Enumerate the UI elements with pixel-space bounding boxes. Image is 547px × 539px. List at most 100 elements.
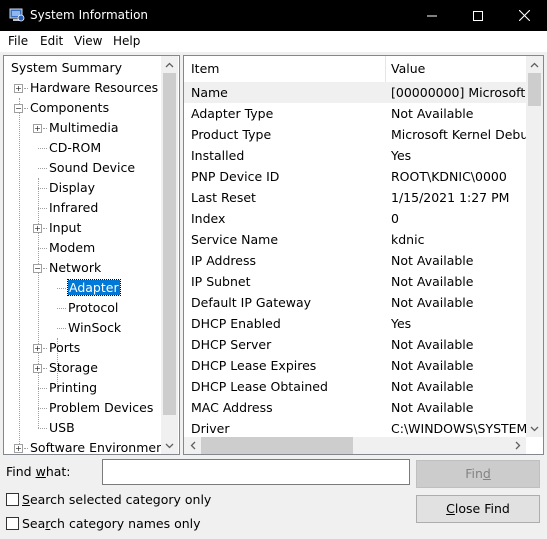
tree-item-network[interactable]: Network [49, 258, 101, 278]
cell-value: ROOT\KDNIC\0000 [391, 169, 507, 184]
table-row[interactable]: DHCP Lease Obtained Not Available [184, 376, 526, 397]
minimize-icon [427, 15, 437, 16]
tree-item-adapter[interactable]: Adapter [67, 278, 121, 298]
details-list[interactable]: Item Value Name [00000000] Microsoft Kern… [183, 55, 544, 455]
menu-help[interactable]: Help [113, 34, 140, 48]
scroll-right-arrow-icon[interactable] [509, 437, 526, 454]
expand-plus-icon[interactable]: + [14, 84, 23, 93]
tree-item-multimedia[interactable]: Multimedia [49, 118, 119, 138]
table-row[interactable]: IP Subnet Not Available [184, 271, 526, 292]
scroll-up-arrow-icon[interactable] [161, 56, 178, 73]
menu-view[interactable]: View [74, 34, 102, 48]
close-icon [518, 10, 530, 21]
tree-item-label: Storage [49, 360, 98, 375]
tree-connector [19, 98, 20, 448]
table-row[interactable]: MAC Address Not Available [184, 397, 526, 418]
list-scroll-thumb[interactable] [528, 73, 541, 106]
column-divider[interactable] [385, 56, 386, 82]
tree-connector [24, 108, 28, 109]
collapse-minus-icon[interactable]: − [33, 264, 42, 273]
table-row[interactable]: Driver C:\WINDOWS\SYSTEM32\DRIVERS\KDNIC.… [184, 418, 526, 439]
close-find-button[interactable]: Close Find [416, 495, 540, 523]
search-selected-category-checkbox[interactable]: Search selected category only [6, 492, 211, 507]
cell-value: Not Available [391, 106, 474, 121]
tree-item-storage[interactable]: Storage [49, 358, 98, 378]
tree-item-label: Printing [49, 380, 98, 395]
scroll-down-arrow-icon[interactable] [161, 437, 178, 454]
tree-connector [24, 88, 28, 89]
tree-item-cd-rom[interactable]: CD-ROM [49, 138, 101, 158]
collapse-minus-icon[interactable]: − [14, 104, 23, 113]
menu-edit[interactable]: Edit [40, 34, 63, 48]
table-row[interactable]: IP Address Not Available [184, 250, 526, 271]
tree-scroll-thumb[interactable] [163, 73, 176, 415]
close-button[interactable] [501, 0, 547, 31]
table-row[interactable]: Service Name kdnic [184, 229, 526, 250]
table-row[interactable]: PNP Device ID ROOT\KDNIC\0000 [184, 166, 526, 187]
scroll-up-arrow-icon[interactable] [526, 56, 543, 73]
column-header-item[interactable]: Item [191, 56, 219, 82]
expand-plus-icon[interactable]: + [14, 444, 23, 453]
tree-item-printing[interactable]: Printing [49, 378, 97, 398]
tree-item-hardware-resources[interactable]: Hardware Resources [30, 78, 158, 98]
tree-item-label: Input [49, 220, 82, 235]
tree-connector [38, 388, 47, 389]
tree-vertical-scrollbar[interactable] [161, 56, 178, 454]
tree-item-modem[interactable]: Modem [49, 238, 95, 258]
checkbox-unchecked-icon[interactable] [6, 517, 19, 530]
checkbox-unchecked-icon[interactable] [6, 493, 19, 506]
tree-item-protocol[interactable]: Protocol [68, 298, 118, 318]
menu-bar: File Edit View Help [0, 31, 547, 52]
list-horizontal-scrollbar[interactable] [184, 437, 526, 454]
tree-item-label: System Summary [11, 60, 122, 75]
list-vertical-scrollbar[interactable] [526, 56, 543, 437]
find-button[interactable]: Find [416, 460, 540, 488]
tree-item-display[interactable]: Display [49, 178, 95, 198]
table-row[interactable]: Product Type Microsoft Kernel Debug Netwo… [184, 124, 526, 145]
cell-value: C:\WINDOWS\SYSTEM32\DRIVERS\KDNIC.SYS [391, 421, 526, 436]
scroll-down-arrow-icon[interactable] [526, 420, 543, 437]
table-row[interactable]: DHCP Enabled Yes [184, 313, 526, 334]
table-row[interactable]: Adapter Type Not Available [184, 103, 526, 124]
cell-item: Service Name [191, 232, 279, 247]
cell-value: Not Available [391, 253, 474, 268]
tree-item-label: Hardware Resources [30, 80, 159, 95]
list-hscroll-thumb[interactable] [201, 437, 353, 454]
scroll-left-arrow-icon[interactable] [184, 437, 201, 454]
cell-item: IP Subnet [191, 274, 251, 289]
tree-connector [57, 328, 66, 329]
category-tree[interactable]: System Summary + Hardware Resources − Compon… [3, 55, 180, 455]
find-what-input[interactable] [102, 459, 410, 485]
minimize-button[interactable] [409, 0, 455, 31]
expand-plus-icon[interactable]: + [33, 344, 42, 353]
table-row[interactable]: Default IP Gateway Not Available [184, 292, 526, 313]
column-header-value[interactable]: Value [391, 56, 425, 82]
tree-item-usb[interactable]: USB [49, 418, 75, 438]
tree-item-infrared[interactable]: Infrared [49, 198, 98, 218]
tree-item-label: CD-ROM [49, 140, 102, 155]
search-category-names-checkbox[interactable]: Search category names only [6, 516, 201, 531]
cell-item: Name [191, 85, 228, 100]
table-row[interactable]: Last Reset 1/15/2021 1:27 PM [184, 187, 526, 208]
expand-plus-icon[interactable]: + [33, 364, 42, 373]
table-row[interactable]: Index 0 [184, 208, 526, 229]
tree-item-software-environment[interactable]: Software Environment [30, 438, 169, 454]
tree-item-system-summary[interactable]: System Summary [11, 58, 122, 78]
tree-item-input[interactable]: Input [49, 218, 81, 238]
tree-connector [38, 188, 47, 189]
expand-plus-icon[interactable]: + [33, 124, 42, 133]
table-row[interactable]: Name [00000000] Microsoft Kernel Debug Ne… [184, 82, 526, 103]
expand-plus-icon[interactable]: + [33, 224, 42, 233]
tree-item-components[interactable]: Components [30, 98, 109, 118]
cell-value: Yes [391, 316, 412, 331]
menu-file[interactable]: File [8, 34, 28, 48]
maximize-button[interactable] [455, 0, 501, 31]
tree-item-winsock[interactable]: WinSock [68, 318, 121, 338]
table-row[interactable]: Installed Yes [184, 145, 526, 166]
tree-item-ports[interactable]: Ports [49, 338, 80, 358]
tree-item-label: Sound Device [49, 160, 136, 175]
tree-item-problem-devices[interactable]: Problem Devices [49, 398, 153, 418]
tree-item-sound-device[interactable]: Sound Device [49, 158, 135, 178]
table-row[interactable]: DHCP Lease Expires Not Available [184, 355, 526, 376]
table-row[interactable]: DHCP Server Not Available [184, 334, 526, 355]
